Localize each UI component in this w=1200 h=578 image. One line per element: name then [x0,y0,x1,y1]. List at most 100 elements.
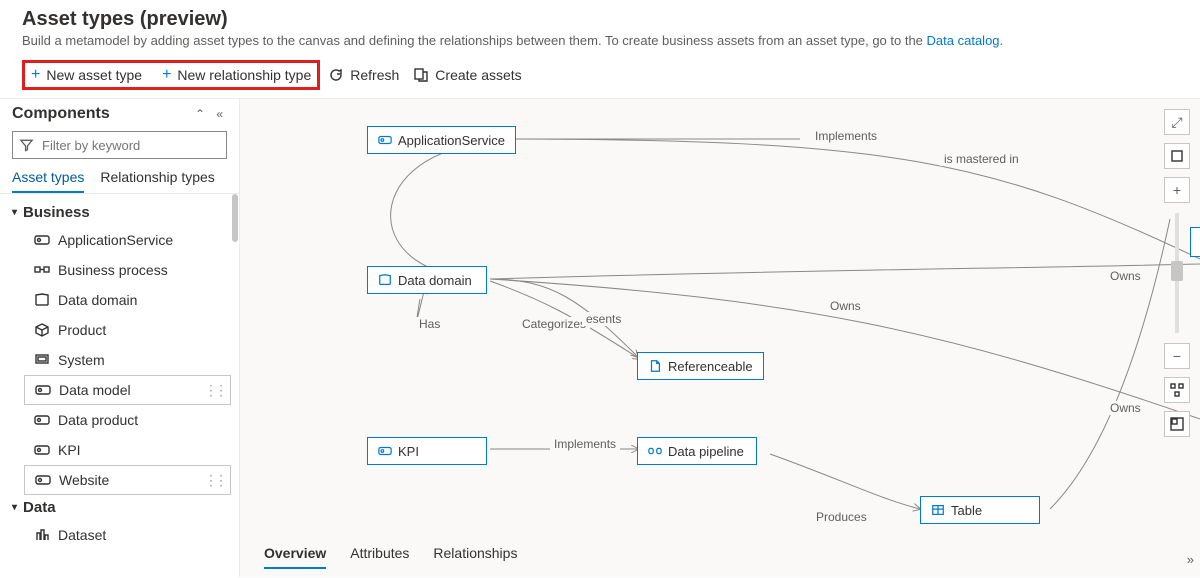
website-icon [35,472,51,488]
tab-relationships[interactable]: Relationships [433,545,517,569]
item-label: Data model [59,382,131,398]
page-title: Asset types (preview) [22,8,1178,31]
node-label: Table [951,503,982,518]
new-relationship-type-label: New relationship type [177,67,311,83]
subtitle-period: . [1000,33,1004,48]
group-data[interactable]: ▾Data [0,495,239,520]
tab-overview[interactable]: Overview [264,545,326,569]
item-product[interactable]: Product [0,315,239,345]
fit-icon [1169,148,1185,164]
new-asset-type-button[interactable]: + New asset type [31,67,142,83]
edge-label-implements: Implements [811,129,881,143]
item-label: ApplicationService [58,232,173,248]
refresh-icon [328,67,344,83]
canvas-controls: ⤢ + − [1164,109,1190,437]
edge-label-esents: esents [582,312,625,326]
group-data-label: Data [23,499,56,516]
node-table[interactable]: Table [920,496,1040,524]
item-data-domain[interactable]: Data domain [0,285,239,315]
components-heading: Components [12,105,110,123]
components-tree[interactable]: ▾ Business ApplicationService Business pr… [0,194,239,577]
item-kpi[interactable]: KPI [0,435,239,465]
process-icon [34,262,50,278]
edge-label-categorizes: Categorizes [518,317,590,331]
zoom-slider[interactable] [1175,213,1179,333]
plus-icon: + [162,67,171,83]
kpi-icon [378,444,392,458]
fullscreen-button[interactable]: ⤢ [1164,109,1190,135]
dataset-icon [34,527,50,543]
auto-layout-button[interactable] [1164,377,1190,403]
subtitle-text: Build a metamodel by adding asset types … [22,33,927,48]
node-applicationservice[interactable]: ApplicationService [367,126,516,154]
drag-handle-icon[interactable]: ⋮⋮ [204,382,224,399]
refresh-button[interactable]: Refresh [328,67,399,83]
edge-label-produces: Produces [812,510,871,524]
item-label: Business process [58,262,168,278]
group-business-label: Business [23,204,90,221]
item-system[interactable]: System [0,345,239,375]
zoom-out-button[interactable]: − [1164,343,1190,369]
minimap-button[interactable] [1164,411,1190,437]
item-applicationservice[interactable]: ApplicationService [0,225,239,255]
tab-relationship-types[interactable]: Relationship types [100,169,214,193]
edge-label-has: Has [415,317,444,331]
zoom-slider-thumb[interactable] [1171,261,1183,281]
item-label: Product [58,322,106,338]
create-assets-icon [413,67,429,83]
refresh-label: Refresh [350,67,399,83]
service-icon [378,133,392,147]
page-subtitle: Build a metamodel by adding asset types … [22,33,1178,48]
create-assets-button[interactable]: Create assets [413,67,521,83]
data-catalog-link[interactable]: Data catalog [927,33,1000,48]
edge-label-masteredin: is mastered in [940,152,1023,166]
item-business-process[interactable]: Business process [0,255,239,285]
expand-detail-chevron[interactable]: » [1187,552,1194,567]
chevron-down-icon: ▾ [12,207,17,218]
tab-asset-types[interactable]: Asset types [12,169,84,193]
tab-attributes[interactable]: Attributes [350,545,409,569]
item-website[interactable]: Website⋮⋮ [24,465,231,495]
product-icon [34,322,50,338]
sidebar-tabs: Asset types Relationship types [0,163,239,194]
document-icon [648,359,662,373]
item-data-model[interactable]: Data model ⋮⋮ [24,375,231,405]
system-icon [34,352,50,368]
filter-icon [19,137,34,153]
offscreen-node-indicator[interactable] [1190,227,1200,257]
edge-label-owns: Owns [1106,269,1145,283]
item-data-product[interactable]: Data product [0,405,239,435]
node-kpi[interactable]: KPI [367,437,487,465]
node-label: Referenceable [668,359,753,374]
metamodel-canvas[interactable]: ApplicationService Data domain Reference… [240,99,1200,577]
fit-to-screen-button[interactable] [1164,143,1190,169]
node-referenceable[interactable]: Referenceable [637,352,764,380]
filter-input[interactable] [40,137,220,154]
table-icon [931,503,945,517]
new-asset-type-label: New asset type [46,67,142,83]
item-label: Data domain [58,292,137,308]
node-label: ApplicationService [398,133,505,148]
edge-label-implements: Implements [550,437,620,451]
plus-icon: + [31,67,40,83]
filter-input-wrapper[interactable] [12,131,227,159]
item-dataset[interactable]: Dataset [0,520,239,550]
components-sidebar: Components ⌃ « Asset types Relationship … [0,99,240,577]
model-icon [35,382,51,398]
item-label: KPI [58,442,81,458]
new-relationship-type-button[interactable]: + New relationship type [162,67,311,83]
node-data-pipeline[interactable]: Data pipeline [637,437,757,465]
node-data-domain[interactable]: Data domain [367,266,487,294]
drag-handle-icon[interactable]: ⋮⋮ [204,472,224,489]
highlight-box: + New asset type + New relationship type [22,60,320,90]
layout-icon [1169,382,1185,398]
node-label: Data domain [398,273,472,288]
zoom-in-button[interactable]: + [1164,177,1190,203]
model-icon [34,412,50,428]
domain-icon [34,292,50,308]
group-business[interactable]: ▾ Business [0,200,239,225]
item-label: Dataset [58,527,106,543]
item-label: Data product [58,412,138,428]
item-label: System [58,352,105,368]
collapse-sidebar-button[interactable]: ⌃ « [195,107,227,121]
